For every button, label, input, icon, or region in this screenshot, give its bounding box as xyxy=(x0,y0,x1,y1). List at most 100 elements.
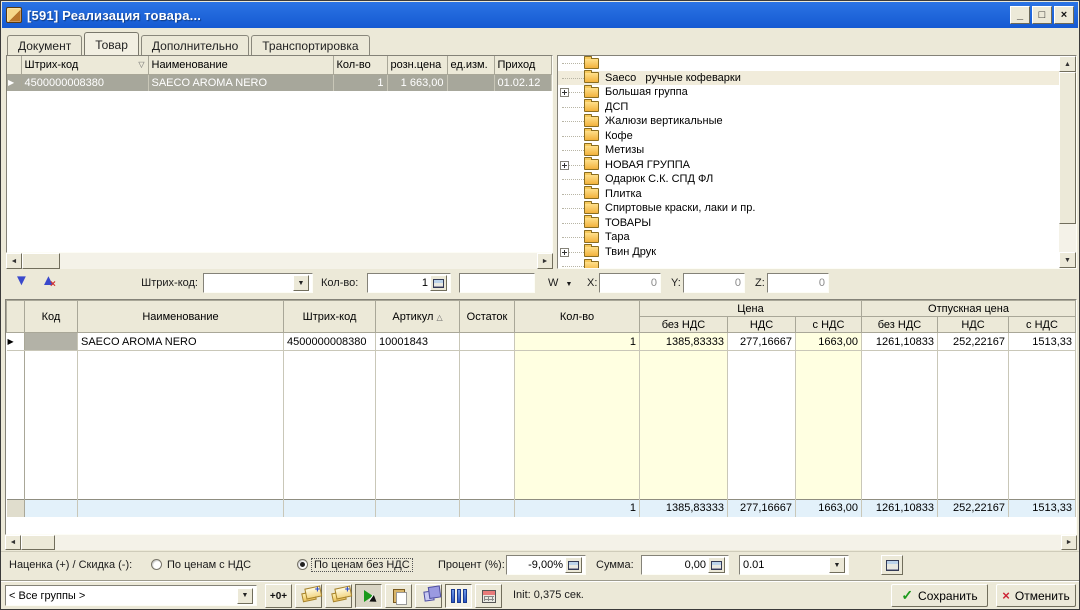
reset-qty-button[interactable]: +0+ xyxy=(265,584,292,608)
cell-sale-novat[interactable]: 1261,10833 xyxy=(862,333,938,351)
groups-filter-combo[interactable]: < Все группы > ▼ xyxy=(5,585,257,606)
save-button[interactable]: ✓ Сохранить xyxy=(891,584,988,607)
columns-view-button[interactable] xyxy=(445,584,472,608)
x-field[interactable]: 0 xyxy=(599,273,661,293)
cell-retail-price[interactable]: 1 663,00 xyxy=(387,74,447,91)
aux-entry-field[interactable] xyxy=(459,273,535,293)
copy-button[interactable] xyxy=(415,584,442,608)
recalculate-button[interactable] xyxy=(881,555,903,575)
col-header-stock[interactable]: Остаток xyxy=(460,301,515,333)
scroll-thumb[interactable] xyxy=(21,535,55,550)
tree-item[interactable]: Жалюзи вертикальные xyxy=(558,114,1059,129)
col-header-price-withvat[interactable]: с НДС xyxy=(796,317,862,333)
cell-stock[interactable] xyxy=(460,333,515,351)
tree-item[interactable]: Спиртовые краски, лаки и пр. xyxy=(558,201,1059,216)
tree-item[interactable]: Твин Друк xyxy=(558,245,1059,260)
expand-icon[interactable] xyxy=(560,248,569,257)
cell-barcode[interactable]: 4500000008380 xyxy=(21,74,148,91)
filter-set-icon[interactable]: ▼ xyxy=(14,273,29,288)
col-header-qty[interactable]: Кол-во xyxy=(515,301,640,333)
cell-qty[interactable]: 1 xyxy=(333,74,387,91)
cell-unit[interactable] xyxy=(447,74,494,91)
cell-name[interactable]: SAECO AROMA NERO xyxy=(78,333,284,351)
radio-prices-with-vat[interactable] xyxy=(151,559,162,570)
cell-sale-withvat[interactable]: 1513,33 xyxy=(1009,333,1076,351)
scroll-thumb[interactable] xyxy=(1059,72,1076,224)
qty-entry-field[interactable]: 1 xyxy=(367,273,451,293)
minimize-button[interactable]: _ xyxy=(1010,6,1030,24)
calculator-icon[interactable] xyxy=(430,275,447,291)
add-item-alt-button[interactable]: + xyxy=(325,584,352,608)
tree-item[interactable]: ДСП xyxy=(558,100,1059,115)
scroll-right-icon[interactable]: ► xyxy=(537,253,553,269)
main-grid-hscrollbar[interactable]: ◄ ► xyxy=(5,535,1077,550)
tree-vscrollbar[interactable]: ▲ ▼ xyxy=(1059,56,1076,268)
cell-code[interactable] xyxy=(25,333,78,351)
group-header-price[interactable]: Цена xyxy=(640,301,862,317)
cell-income-date[interactable]: 01.02.12 xyxy=(494,74,552,91)
cell-price-withvat[interactable]: 1663,00 xyxy=(796,333,862,351)
radio-prices-no-vat[interactable] xyxy=(297,559,308,570)
scroll-thumb[interactable] xyxy=(22,253,60,269)
w-dropdown[interactable]: W ▼ xyxy=(548,277,572,289)
cell-article[interactable]: 10001843 xyxy=(376,333,460,351)
scroll-up-icon[interactable]: ▲ xyxy=(1059,56,1076,72)
col-header-sale-vat[interactable]: НДС xyxy=(938,317,1009,333)
tree-item[interactable]: ТОВАРЫ xyxy=(558,216,1059,231)
cell-barcode[interactable]: 4500000008380 xyxy=(284,333,376,351)
rounding-combo[interactable]: 0.01 ▼ xyxy=(739,555,849,575)
tree-item[interactable]: Метизы xyxy=(558,143,1059,158)
scroll-right-icon[interactable]: ► xyxy=(1061,535,1077,550)
scroll-down-icon[interactable]: ▼ xyxy=(1059,252,1076,268)
scroll-left-icon[interactable]: ◄ xyxy=(5,535,21,550)
col-header-income-date[interactable]: Приход xyxy=(494,56,552,74)
group-header-sale-price[interactable]: Отпускная цена xyxy=(862,301,1076,317)
tree-item[interactable] xyxy=(558,259,1059,268)
tree-item[interactable] xyxy=(558,56,1059,71)
col-header-retail-price[interactable]: розн.цена xyxy=(387,56,447,74)
chevron-down-icon[interactable]: ▼ xyxy=(293,275,309,291)
z-field[interactable]: 0 xyxy=(767,273,829,293)
tab-document[interactable]: Документ xyxy=(7,35,82,55)
tree-item[interactable]: Одарюк С.К. СПД ФЛ xyxy=(558,172,1059,187)
table-row[interactable]: ▶ SAECO AROMA NERO 4500000008380 1000184… xyxy=(7,333,1076,351)
cell-price-vat[interactable]: 277,16667 xyxy=(728,333,796,351)
radio-prices-no-vat-label[interactable]: По ценам без НДС xyxy=(312,559,412,571)
col-header-sale-novat[interactable]: без НДС xyxy=(862,317,938,333)
table-row[interactable]: ▶ 4500000008380 SAECO AROMA NERO 1 1 663… xyxy=(7,74,552,91)
chevron-down-icon[interactable]: ▼ xyxy=(829,557,845,573)
expand-icon[interactable] xyxy=(560,88,569,97)
sum-field[interactable]: 0,00 xyxy=(641,555,729,575)
calculator-icon[interactable] xyxy=(708,557,725,573)
close-button[interactable]: × xyxy=(1054,6,1074,24)
col-header-unit[interactable]: ед.изм. xyxy=(447,56,494,74)
tab-goods[interactable]: Товар xyxy=(84,32,139,55)
left-grid-hscrollbar[interactable]: ◄ ► xyxy=(6,253,553,269)
scroll-left-icon[interactable]: ◄ xyxy=(6,253,22,269)
col-header-price-novat[interactable]: без НДС xyxy=(640,317,728,333)
tree-item[interactable]: Большая группа xyxy=(558,85,1059,100)
tree-item-selected[interactable]: Saeco ручные кофеварки xyxy=(558,71,1059,86)
col-header-name[interactable]: Наименование xyxy=(148,56,333,74)
col-header-price-vat[interactable]: НДС xyxy=(728,317,796,333)
tree-item[interactable]: НОВАЯ ГРУППА xyxy=(558,158,1059,173)
cell-sale-vat[interactable]: 252,22167 xyxy=(938,333,1009,351)
tab-transport[interactable]: Транспортировка xyxy=(251,35,369,55)
tree-item[interactable]: Кофе xyxy=(558,129,1059,144)
cancel-button[interactable]: × Отменить xyxy=(996,584,1076,607)
col-header-code[interactable]: Код xyxy=(25,301,78,333)
tab-additional[interactable]: Дополнительно xyxy=(141,35,249,55)
price-table-button[interactable] xyxy=(475,584,502,608)
chevron-down-icon[interactable]: ▼ xyxy=(237,588,253,604)
col-header-barcode[interactable]: Штрих-код xyxy=(284,301,376,333)
percent-field[interactable]: -9,00% xyxy=(506,555,586,575)
cell-price-novat[interactable]: 1385,83333 xyxy=(640,333,728,351)
col-header-name[interactable]: Наименование xyxy=(78,301,284,333)
calculator-icon[interactable] xyxy=(565,557,582,573)
col-header-barcode[interactable]: Штрих-код ▽ xyxy=(21,56,148,74)
paste-button[interactable] xyxy=(385,584,412,608)
cell-qty[interactable]: 1 xyxy=(515,333,640,351)
radio-prices-with-vat-label[interactable]: По ценам с НДС xyxy=(167,559,251,571)
tree-item[interactable]: Тара xyxy=(558,230,1059,245)
expand-icon[interactable] xyxy=(560,161,569,170)
